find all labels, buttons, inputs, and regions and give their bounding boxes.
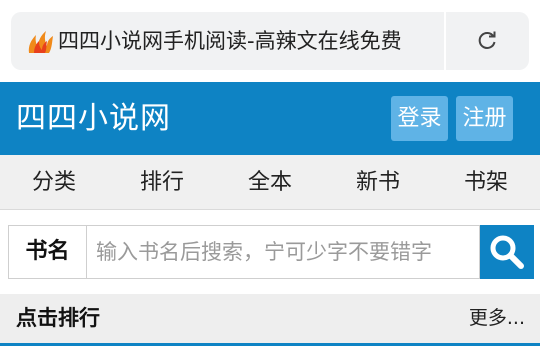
reload-icon [478, 31, 496, 49]
more-link[interactable]: 更多... [469, 294, 525, 343]
search-input[interactable] [86, 225, 480, 279]
nav-item-completed[interactable]: 全本 [216, 155, 324, 210]
category-nav: 分类 排行 全本 新书 书架 [0, 155, 540, 210]
search-type-select[interactable]: 书名 [8, 225, 86, 279]
flame-logo-icon [25, 28, 55, 54]
register-button[interactable]: 注册 [456, 96, 513, 141]
login-button[interactable]: 登录 [391, 96, 448, 141]
page-title: 四四小说网手机阅读-高辣文在线免费 [58, 29, 402, 53]
site-logo[interactable]: 四四小说网 [16, 82, 171, 155]
nav-item-category[interactable]: 分类 [0, 155, 108, 210]
search-bar: 书名 [0, 210, 540, 294]
nav-item-new-books[interactable]: 新书 [324, 155, 432, 210]
browser-address-area: 四四小说网手机阅读-高辣文在线免费 [0, 0, 540, 82]
reload-button[interactable] [446, 12, 529, 70]
title-fade [403, 12, 445, 70]
address-bar[interactable]: 四四小说网手机阅读-高辣文在线免费 [11, 12, 529, 70]
section-header: 点击排行 更多... [0, 294, 540, 346]
nav-item-bookshelf[interactable]: 书架 [432, 155, 540, 210]
search-icon [490, 235, 524, 269]
site-header: 四四小说网 登录 注册 [0, 82, 540, 155]
nav-item-ranking[interactable]: 排行 [108, 155, 216, 210]
section-title: 点击排行 [16, 306, 100, 330]
search-button[interactable] [480, 225, 534, 279]
